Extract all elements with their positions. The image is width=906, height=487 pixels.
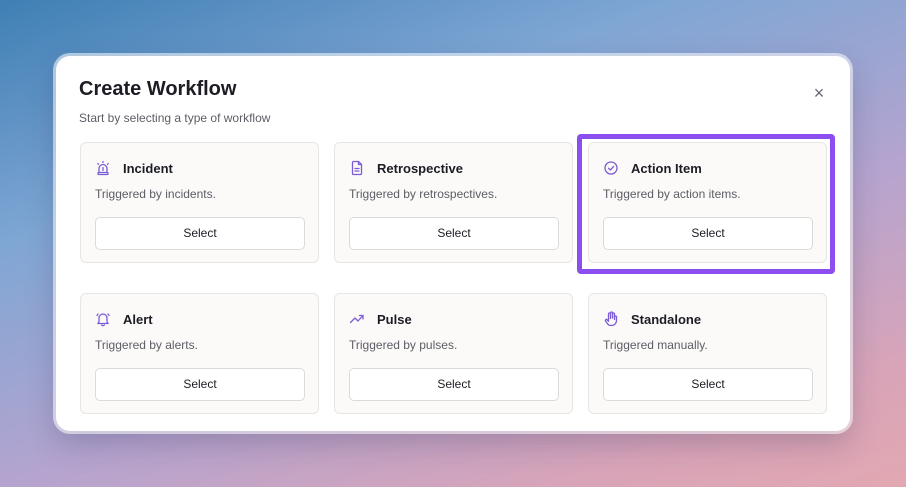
card-header: Action Item bbox=[603, 160, 702, 176]
card-header: Incident bbox=[95, 160, 173, 176]
select-button-standalone[interactable]: Select bbox=[603, 368, 813, 401]
workflow-card-pulse: Pulse Triggered by pulses. Select bbox=[334, 293, 573, 414]
card-title: Incident bbox=[123, 160, 173, 176]
bell-icon bbox=[95, 311, 111, 327]
card-title: Alert bbox=[123, 311, 153, 327]
siren-icon bbox=[95, 160, 111, 176]
workflow-card-incident: Incident Triggered by incidents. Select bbox=[80, 142, 319, 263]
card-title: Action Item bbox=[631, 160, 702, 176]
card-description: Triggered by retrospectives. bbox=[349, 187, 498, 201]
card-description: Triggered by action items. bbox=[603, 187, 741, 201]
select-button-alert[interactable]: Select bbox=[95, 368, 305, 401]
card-description: Triggered by incidents. bbox=[95, 187, 216, 201]
dialog-subtitle: Start by selecting a type of workflow bbox=[79, 111, 271, 125]
select-button-pulse[interactable]: Select bbox=[349, 368, 559, 401]
select-button-retrospective[interactable]: Select bbox=[349, 217, 559, 250]
hand-icon bbox=[603, 311, 619, 327]
card-header: Retrospective bbox=[349, 160, 463, 176]
trending-up-icon bbox=[349, 311, 365, 327]
card-header: Standalone bbox=[603, 311, 701, 327]
select-button-incident[interactable]: Select bbox=[95, 217, 305, 250]
card-description: Triggered by alerts. bbox=[95, 338, 198, 352]
check-circle-icon bbox=[603, 160, 619, 176]
document-icon bbox=[349, 160, 365, 176]
workflow-card-action-item: Action Item Triggered by action items. S… bbox=[588, 142, 827, 263]
workflow-card-standalone: Standalone Triggered manually. Select bbox=[588, 293, 827, 414]
dialog-title: Create Workflow bbox=[79, 78, 237, 100]
workflow-type-grid: Incident Triggered by incidents. Select … bbox=[80, 142, 827, 415]
card-description: Triggered by pulses. bbox=[349, 338, 458, 352]
create-workflow-dialog: Create Workflow Start by selecting a typ… bbox=[56, 56, 850, 431]
card-description: Triggered manually. bbox=[603, 338, 708, 352]
workflow-card-retrospective: Retrospective Triggered by retrospective… bbox=[334, 142, 573, 263]
select-button-action-item[interactable]: Select bbox=[603, 217, 813, 250]
close-icon[interactable]: × bbox=[808, 82, 830, 104]
card-title: Standalone bbox=[631, 311, 702, 327]
card-header: Alert bbox=[95, 311, 153, 327]
card-title: Retrospective bbox=[377, 160, 463, 176]
card-title: Pulse bbox=[377, 311, 412, 327]
workflow-card-alert: Alert Triggered by alerts. Select bbox=[80, 293, 319, 414]
card-header: Pulse bbox=[349, 311, 412, 327]
